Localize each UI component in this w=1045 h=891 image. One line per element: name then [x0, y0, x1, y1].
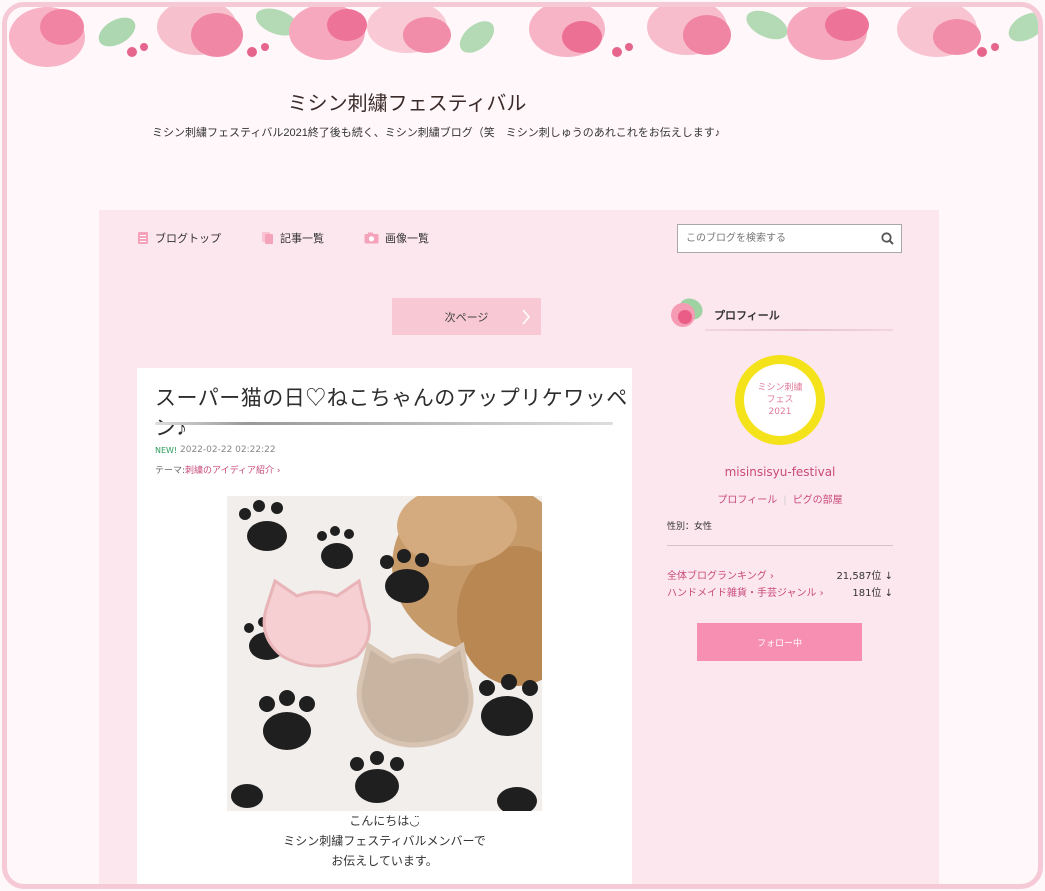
camera-icon	[364, 232, 379, 244]
article-card: スーパー猫の日♡ねこちゃんのアップリケワッペン♪ NEW! 2022-02-22…	[137, 368, 632, 884]
copy-icon	[262, 232, 273, 244]
next-page-button[interactable]: 次ページ	[392, 298, 541, 335]
theme-prefix: テーマ:	[155, 466, 186, 476]
new-badge: NEW!	[155, 446, 178, 455]
nav-item-article-list[interactable]: 記事一覧	[261, 230, 324, 246]
nav-item-label: 記事一覧	[280, 233, 324, 245]
profile-username[interactable]: misinsisyu-festival	[667, 465, 893, 479]
next-page-label: 次ページ	[444, 311, 489, 324]
document-icon	[138, 232, 148, 244]
avatar-text-line: ミシン刺繍	[757, 383, 803, 393]
article-body: こんにちは◡̈ ミシン刺繍フェスティバルメンバーで お伝えしています。	[137, 811, 632, 871]
nav-item-image-list[interactable]: 画像一覧	[364, 230, 429, 246]
profile-heading: プロフィール	[714, 310, 780, 322]
theme-link[interactable]: 刺繍のアイディア紹介 ›	[185, 466, 280, 476]
profile-links: プロフィール | ピグの部屋	[667, 491, 893, 506]
avatar-text-line: 2021	[768, 407, 792, 417]
search-input[interactable]	[678, 225, 873, 252]
nav-item-label: ブログトップ	[155, 233, 221, 245]
ranking-label[interactable]: 全体ブログランキング ›	[667, 567, 774, 582]
profile-gender: 性別：女性	[667, 522, 713, 532]
link-separator: |	[783, 495, 787, 506]
blog-description: ミシン刺繍フェスティバル2021終了後も続く、ミシン刺繍ブログ（笑 ミシン刺しゅ…	[152, 127, 721, 139]
ranking-value: 181位 ↓	[852, 588, 893, 599]
ranking-value: 21,587位 ↓	[836, 571, 893, 582]
article-title[interactable]: スーパー猫の日♡ねこちゃんのアップリケワッペン♪	[155, 382, 632, 442]
sidebar-divider	[667, 545, 893, 546]
pig-room-link[interactable]: ピグの部屋	[793, 495, 843, 506]
nav-item-blog-top[interactable]: ブログトップ	[137, 230, 221, 246]
heading-divider	[705, 329, 893, 331]
article-theme: テーマ:刺繍のアイディア紹介 ›	[155, 463, 280, 476]
follow-button[interactable]: フォロー中	[697, 623, 862, 661]
blog-nav: ブログトップ 記事一覧 画像一覧	[137, 230, 469, 246]
main-content-area: ブログトップ 記事一覧 画像一覧 次ページ スーパー猫の日♡ねこちゃんのアップリ…	[99, 210, 939, 884]
article-date: 2022-02-22 02:22:22	[180, 445, 276, 455]
blog-title[interactable]: ミシン刺繍フェスティバル	[7, 87, 807, 116]
avatar[interactable]: ミシン刺繍 フェス 2021	[735, 355, 825, 445]
search-button[interactable]	[873, 225, 901, 252]
chevron-right-icon	[522, 309, 531, 325]
article-line: お伝えしています。	[331, 854, 438, 868]
blog-search	[677, 224, 902, 253]
avatar-logo: ミシン刺繍 フェス 2021	[744, 364, 816, 436]
profile-link[interactable]: プロフィール	[717, 495, 777, 506]
page-frame: ミシン刺繍フェスティバル ミシン刺繍フェスティバル2021終了後も続く、ミシン刺…	[2, 2, 1043, 889]
floral-header-decoration	[7, 7, 1038, 69]
ranking-label[interactable]: ハンドメイド雑貨・手芸ジャンル ›	[667, 584, 824, 599]
search-icon	[880, 232, 894, 245]
avatar-text-line: フェス	[766, 395, 794, 405]
profile-heading-block: プロフィール	[667, 295, 899, 335]
article-line: ミシン刺繍フェスティバルメンバーで	[283, 834, 486, 848]
title-divider	[155, 422, 613, 425]
ranking-row-overall: 全体ブログランキング › 21,587位 ↓	[667, 567, 893, 582]
nav-item-label: 画像一覧	[385, 233, 429, 245]
article-photo[interactable]	[227, 496, 542, 811]
article-line: こんにちは◡̈	[349, 814, 420, 828]
ranking-row-genre: ハンドメイド雑貨・手芸ジャンル › 181位 ↓	[667, 584, 893, 599]
